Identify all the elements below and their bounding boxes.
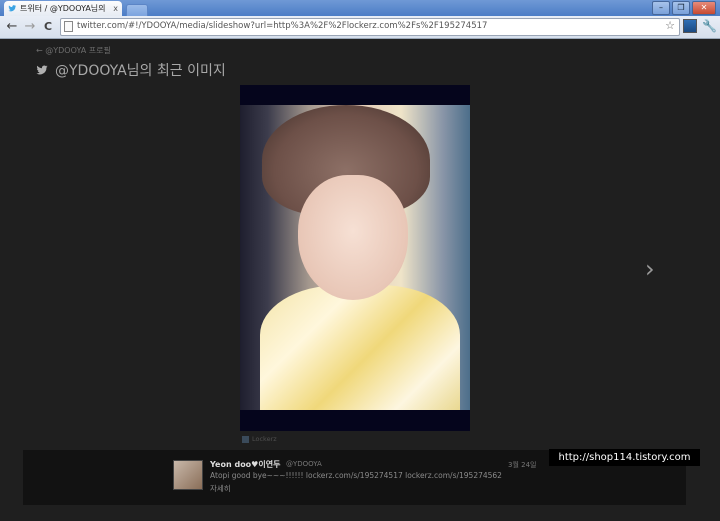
tweet-author-handle[interactable]: @YDOOYA bbox=[286, 460, 322, 468]
twitter-bird-icon bbox=[36, 65, 48, 75]
browser-tab[interactable]: 트위터 / @YDOOYA님의 x bbox=[4, 1, 122, 16]
avatar[interactable] bbox=[173, 460, 203, 490]
forward-button[interactable]: → bbox=[22, 19, 38, 35]
tweet-author-name[interactable]: Yeon doo♥이연두 bbox=[210, 459, 280, 470]
browser-toolbar: ← → C twitter.com/#!/YDOOYA/media/slides… bbox=[0, 16, 720, 39]
page-title-text: @YDOOYA님의 최근 이미지 bbox=[55, 63, 226, 79]
reload-button[interactable]: C bbox=[40, 19, 56, 35]
photo-image bbox=[240, 105, 470, 410]
chevron-right-icon[interactable]: › bbox=[645, 255, 655, 283]
minimize-button[interactable]: – bbox=[652, 1, 670, 15]
wrench-menu-icon[interactable]: 🔧 bbox=[702, 19, 717, 33]
maximize-button[interactable]: ❐ bbox=[672, 1, 690, 15]
slideshow-page: ← @YDOOYA 프로필 @YDOOYA님의 최근 이미지 Lockerz ›… bbox=[0, 39, 720, 521]
tweet-detail-link[interactable]: 자세히 bbox=[210, 483, 231, 494]
browser-tab-strip: 트위터 / @YDOOYA님의 x – ❐ ✕ bbox=[0, 0, 720, 16]
page-icon bbox=[64, 21, 73, 32]
page-title: @YDOOYA님의 최근 이미지 bbox=[35, 60, 226, 80]
back-to-profile-link[interactable]: ← @YDOOYA 프로필 bbox=[36, 45, 111, 56]
close-window-button[interactable]: ✕ bbox=[692, 1, 716, 15]
browser-tab-title: 트위터 / @YDOOYA님의 bbox=[20, 4, 106, 13]
lockerz-icon bbox=[242, 435, 249, 443]
tab-close-icon[interactable]: x bbox=[113, 1, 118, 16]
new-tab-button[interactable] bbox=[126, 4, 148, 16]
window-controls: – ❐ ✕ bbox=[652, 1, 716, 15]
twitter-favicon-icon bbox=[8, 5, 17, 12]
photo-source-label: Lockerz bbox=[252, 435, 277, 443]
photo-source[interactable]: Lockerz bbox=[242, 435, 277, 443]
url-text[interactable]: twitter.com/#!/YDOOYA/media/slideshow?ur… bbox=[77, 21, 487, 31]
extension-icon[interactable] bbox=[683, 19, 697, 33]
back-button[interactable]: ← bbox=[4, 19, 20, 35]
address-bar[interactable]: twitter.com/#!/YDOOYA/media/slideshow?ur… bbox=[60, 18, 680, 36]
tweet-date[interactable]: 3월 24일 bbox=[508, 460, 536, 470]
slideshow-photo[interactable] bbox=[240, 85, 470, 431]
photo-face bbox=[298, 175, 408, 300]
photo-scarf bbox=[260, 285, 460, 410]
tweet-text: Atopi good bye~~~!!!!!! lockerz.com/s/19… bbox=[210, 471, 502, 480]
watermark: http://shop114.tistory.com bbox=[549, 449, 700, 466]
bookmark-star-icon[interactable]: ☆ bbox=[665, 19, 675, 32]
